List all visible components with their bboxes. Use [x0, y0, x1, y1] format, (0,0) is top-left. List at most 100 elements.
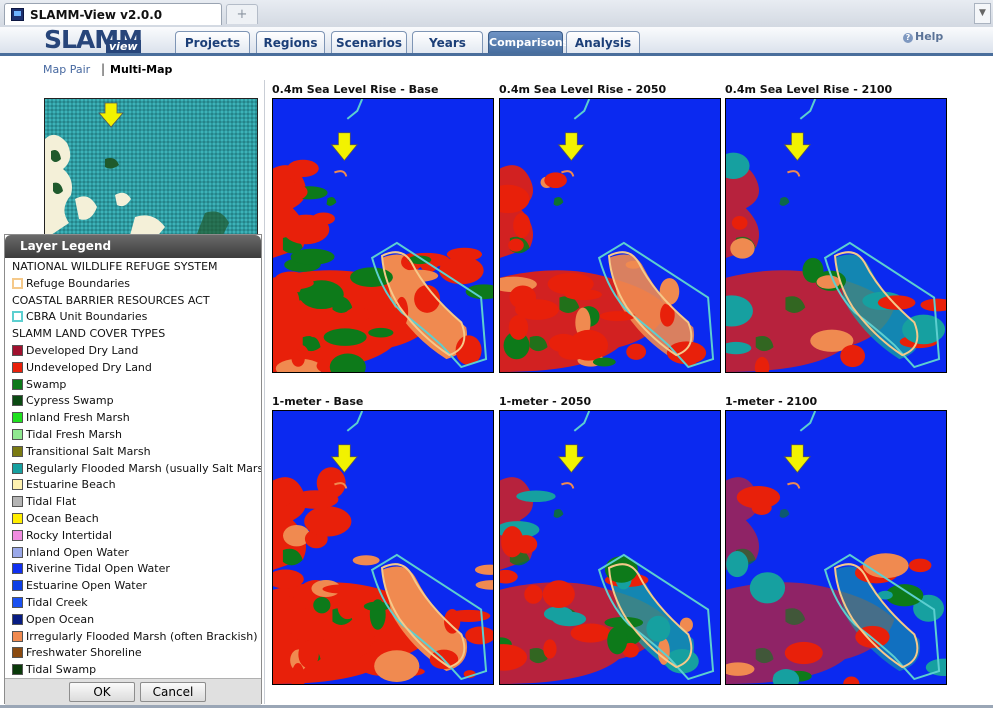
legend-swatch	[12, 345, 23, 356]
legend-item: Undeveloped Dry Land	[12, 359, 152, 376]
legend-item: Developed Dry Land	[12, 342, 138, 359]
legend-item-label: Tidal Swamp	[26, 663, 97, 677]
legend-swatch	[12, 412, 23, 424]
map-image	[726, 99, 946, 372]
legend-item: Open Ocean	[12, 611, 94, 628]
legend-item-label: Inland Fresh Marsh	[26, 411, 130, 425]
help-icon: ?	[903, 33, 913, 43]
tab-scroll-button[interactable]: ▼	[974, 3, 991, 24]
legend-swatch	[12, 361, 23, 373]
legend-section-heading: COASTAL BARRIER RESOURCES ACT	[12, 292, 210, 309]
legend-section-heading: SLAMM LAND COVER TYPES	[12, 325, 165, 342]
legend-item: Estuarine Open Water	[12, 577, 147, 594]
map-title: 0.4m Sea Level Rise - 2100	[725, 83, 893, 96]
cancel-button[interactable]: Cancel	[140, 682, 206, 702]
legend-item-label: Cypress Swamp	[26, 394, 114, 408]
browser-tab[interactable]: SLAMM-View v2.0.0	[4, 3, 222, 25]
new-tab-button[interactable]: +	[226, 4, 258, 24]
map-panel[interactable]	[725, 98, 947, 373]
legend-title[interactable]: Layer Legend	[5, 235, 261, 258]
legend-item-label: Tidal Flat	[26, 495, 77, 509]
browser-tab-title: SLAMM-View v2.0.0	[30, 8, 163, 22]
legend-item-label: Transitional Salt Marsh	[26, 444, 151, 458]
legend-item-label: Regularly Flooded Marsh (usually Salt Ma…	[26, 461, 261, 475]
legend-item-label: SLAMM LAND COVER TYPES	[12, 327, 166, 341]
legend-swatch	[12, 613, 23, 625]
legend-swatch	[12, 277, 23, 289]
legend-swatch	[12, 580, 23, 592]
map-title: 0.4m Sea Level Rise - 2050	[499, 83, 667, 96]
legend-item: Swamp	[12, 376, 66, 393]
legend-item-label: Tidal Creek	[26, 596, 88, 609]
legend-item: Ocean Beach	[12, 510, 99, 527]
tab-projects[interactable]: Projects	[175, 31, 250, 53]
legend-footer: OK Cancel	[5, 678, 261, 705]
legend-item-label: Open Ocean	[26, 612, 95, 626]
legend-item-label: Estuarine Beach	[26, 478, 116, 492]
legend-swatch	[12, 378, 23, 390]
tab-years[interactable]: Years	[412, 31, 483, 53]
map-panel[interactable]	[499, 410, 721, 685]
overview-map[interactable]	[44, 98, 258, 238]
legend-swatch	[12, 445, 23, 457]
legend-swatch	[12, 546, 23, 558]
legend-swatch	[12, 513, 23, 524]
legend-item-label: Inland Open Water	[26, 545, 129, 559]
map-panel[interactable]	[272, 410, 494, 685]
legend-item-label: Undeveloped Dry Land	[26, 360, 152, 374]
legend-item-label: Estuarine Open Water	[26, 579, 147, 593]
help-label: Help	[915, 30, 944, 43]
legend-item-label: Refuge Boundaries	[26, 276, 131, 290]
legend-item-label: Freshwater Shoreline	[26, 646, 142, 660]
tab-scenarios[interactable]: Scenarios	[331, 31, 407, 53]
map-panel[interactable]	[499, 98, 721, 373]
legend-item: Irregularly Flooded Marsh (often Brackis…	[12, 628, 258, 645]
legend-item-label: COASTAL BARRIER RESOURCES ACT	[12, 293, 210, 307]
map-image	[500, 411, 720, 684]
multi-map-link[interactable]: Multi-Map	[110, 63, 172, 76]
legend-item: Transitional Salt Marsh	[12, 443, 151, 460]
legend-item-label: Irregularly Flooded Marsh (often Brackis…	[26, 629, 258, 643]
legend-item: Tidal Swamp	[12, 661, 96, 678]
legend-swatch	[12, 429, 23, 440]
legend-item: Inland Fresh Marsh	[12, 409, 130, 426]
app-favicon-icon	[11, 8, 24, 21]
legend-item: Tidal Fresh Marsh	[12, 426, 122, 443]
legend-item-label: CBRA Unit Boundaries	[26, 310, 148, 324]
legend-item: Freshwater Shoreline	[12, 644, 142, 661]
legend-swatch	[12, 462, 23, 474]
map-image	[273, 411, 493, 684]
legend-section-heading: NATIONAL WILDLIFE REFUGE SYSTEM	[12, 258, 218, 275]
submenu-separator: |	[101, 62, 106, 76]
map-panel[interactable]	[272, 98, 494, 373]
layer-legend-panel: Layer Legend NATIONAL WILDLIFE REFUGE SY…	[4, 234, 262, 705]
map-image	[726, 411, 946, 684]
map-title: 1-meter - 2100	[725, 395, 818, 408]
tab-regions[interactable]: Regions	[256, 31, 325, 53]
help-link[interactable]: ? Help	[903, 30, 943, 43]
legend-swatch	[12, 664, 23, 676]
legend-item: Inland Open Water	[12, 544, 129, 561]
legend-item-label: Tidal Fresh Marsh	[26, 428, 122, 441]
map-image	[273, 99, 493, 372]
panel-divider	[264, 80, 265, 704]
map-image	[500, 99, 720, 372]
tab-analysis[interactable]: Analysis	[566, 31, 640, 53]
legend-swatch	[12, 311, 23, 323]
legend-item: Riverine Tidal Open Water	[12, 560, 170, 577]
legend-item: Tidal Flat	[12, 493, 76, 510]
map-panel[interactable]	[725, 410, 947, 685]
legend-item-label: Developed Dry Land	[26, 344, 139, 357]
ok-button[interactable]: OK	[69, 682, 135, 702]
map-pair-link[interactable]: Map Pair	[43, 63, 90, 76]
map-title: 0.4m Sea Level Rise - Base	[272, 83, 439, 96]
legend-item: Cypress Swamp	[12, 392, 114, 409]
legend-item: Refuge Boundaries	[12, 275, 130, 292]
tab-comparisons[interactable]: Comparisons	[488, 31, 569, 53]
legend-item: Rocky Intertidal	[12, 527, 112, 544]
logo-sub-text: view	[106, 40, 141, 53]
legend-item-label: Rocky Intertidal	[26, 528, 112, 542]
legend-item-label: NATIONAL WILDLIFE REFUGE SYSTEM	[12, 260, 218, 273]
legend-item: Regularly Flooded Marsh (usually Salt Ma…	[12, 460, 261, 477]
legend-item-label: Swamp	[26, 377, 67, 391]
